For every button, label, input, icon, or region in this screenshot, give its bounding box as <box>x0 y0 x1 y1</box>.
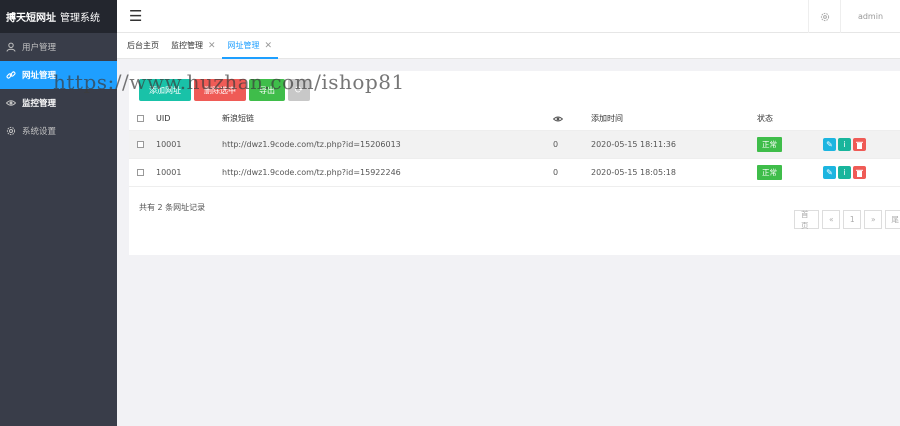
row-uid: 10001 <box>156 168 182 177</box>
sidebar-item-users[interactable]: 用户管理 <box>0 33 117 61</box>
table-header: UID 新浪短链 添加时间 状态 <box>129 107 900 131</box>
column-time: 添加时间 <box>591 114 623 123</box>
row-checkbox[interactable] <box>137 131 144 158</box>
row-time: 2020-05-15 18:05:18 <box>591 168 676 177</box>
column-url: 新浪短链 <box>222 114 254 123</box>
column-uid: UID <box>156 114 171 123</box>
table-row: 10001 http://dwz1.9code.com/tz.php?id=15… <box>129 159 900 187</box>
menu-toggle-icon[interactable]: ☰ <box>129 7 142 25</box>
row-time: 2020-05-15 18:11:36 <box>591 140 676 149</box>
eye-icon <box>6 98 16 108</box>
sidebar: 搏天短网址 管理系统 用户管理 网址管理 监控管理 系统设置 <box>0 0 117 426</box>
user-menu[interactable]: admin <box>840 0 900 33</box>
gear-icon <box>6 126 16 136</box>
content-card: 添加网址 删除选中 导出 ⟳ UID 新浪短链 添加时间 状态 10001 ht… <box>129 71 900 255</box>
row-url: http://dwz1.9code.com/tz.php?id=15206013 <box>222 140 401 149</box>
prev-page-button[interactable]: « <box>822 210 841 229</box>
status-cell: 正常 <box>757 131 782 158</box>
tab-bar: 后台主页 监控管理 ✕ 网址管理 ✕ <box>117 33 900 59</box>
next-page-button[interactable]: » <box>864 210 883 229</box>
add-url-button[interactable]: 添加网址 <box>139 79 191 101</box>
refresh-icon: ⟳ <box>294 84 304 96</box>
tab-label: 网址管理 <box>227 41 260 50</box>
tab-urls[interactable]: 网址管理 ✕ <box>221 33 279 59</box>
brand-logo[interactable]: 搏天短网址 管理系统 <box>0 0 117 33</box>
status-cell: 正常 <box>757 159 782 186</box>
row-uid: 10001 <box>156 140 182 149</box>
row-url: http://dwz1.9code.com/tz.php?id=15922246 <box>222 168 401 177</box>
trash-icon[interactable] <box>853 166 866 179</box>
row-actions: ✎ i <box>823 131 868 158</box>
pagination: 首页 « 1 » 尾 <box>794 210 900 230</box>
info-icon[interactable]: i <box>838 138 851 151</box>
tab-monitor[interactable]: 监控管理 ✕ <box>165 33 222 58</box>
delete-selected-button[interactable]: 删除选中 <box>194 79 246 101</box>
refresh-button[interactable]: ⟳ <box>288 79 310 101</box>
link-icon <box>6 70 16 80</box>
sidebar-item-label: 监控管理 <box>22 99 57 109</box>
user-icon <box>6 42 16 52</box>
sidebar-item-label: 系统设置 <box>22 127 57 137</box>
select-all-checkbox[interactable] <box>137 107 144 130</box>
row-views: 0 <box>553 140 559 149</box>
edit-icon[interactable]: ✎ <box>823 138 836 151</box>
column-status: 状态 <box>757 114 773 123</box>
toolbar: 添加网址 删除选中 导出 ⟳ <box>139 79 310 101</box>
tab-home[interactable]: 后台主页 <box>121 33 165 58</box>
table-row: 10001 http://dwz1.9code.com/tz.php?id=15… <box>129 131 900 159</box>
status-badge: 正常 <box>757 137 782 152</box>
page-1-button[interactable]: 1 <box>843 210 862 229</box>
export-button[interactable]: 导出 <box>249 79 285 101</box>
row-views: 0 <box>553 168 559 177</box>
row-checkbox[interactable] <box>137 159 144 186</box>
record-count: 共有 2 条网址记录 <box>139 203 206 212</box>
top-header: ☰ admin <box>117 0 900 33</box>
tab-label: 后台主页 <box>127 41 159 50</box>
status-badge: 正常 <box>757 165 782 180</box>
trash-icon[interactable] <box>853 138 866 151</box>
sidebar-item-monitor[interactable]: 监控管理 <box>0 89 117 117</box>
views-eye-icon <box>553 107 563 130</box>
brand-name: 搏天短网址 <box>6 13 56 24</box>
row-actions: ✎ i <box>823 159 868 186</box>
info-icon[interactable]: i <box>838 166 851 179</box>
settings-gear-icon[interactable] <box>808 0 840 33</box>
sidebar-item-urls[interactable]: 网址管理 <box>0 61 117 89</box>
sidebar-item-label: 用户管理 <box>22 43 57 53</box>
last-page-button[interactable]: 尾 <box>885 210 900 229</box>
close-icon[interactable]: ✕ <box>208 41 216 51</box>
tab-label: 监控管理 <box>171 41 203 50</box>
brand-subtitle: 管理系统 <box>60 13 100 24</box>
sidebar-item-settings[interactable]: 系统设置 <box>0 117 117 145</box>
close-icon[interactable]: ✕ <box>265 41 273 51</box>
first-page-button[interactable]: 首页 <box>794 210 820 230</box>
sidebar-item-label: 网址管理 <box>22 71 57 81</box>
edit-icon[interactable]: ✎ <box>823 166 836 179</box>
